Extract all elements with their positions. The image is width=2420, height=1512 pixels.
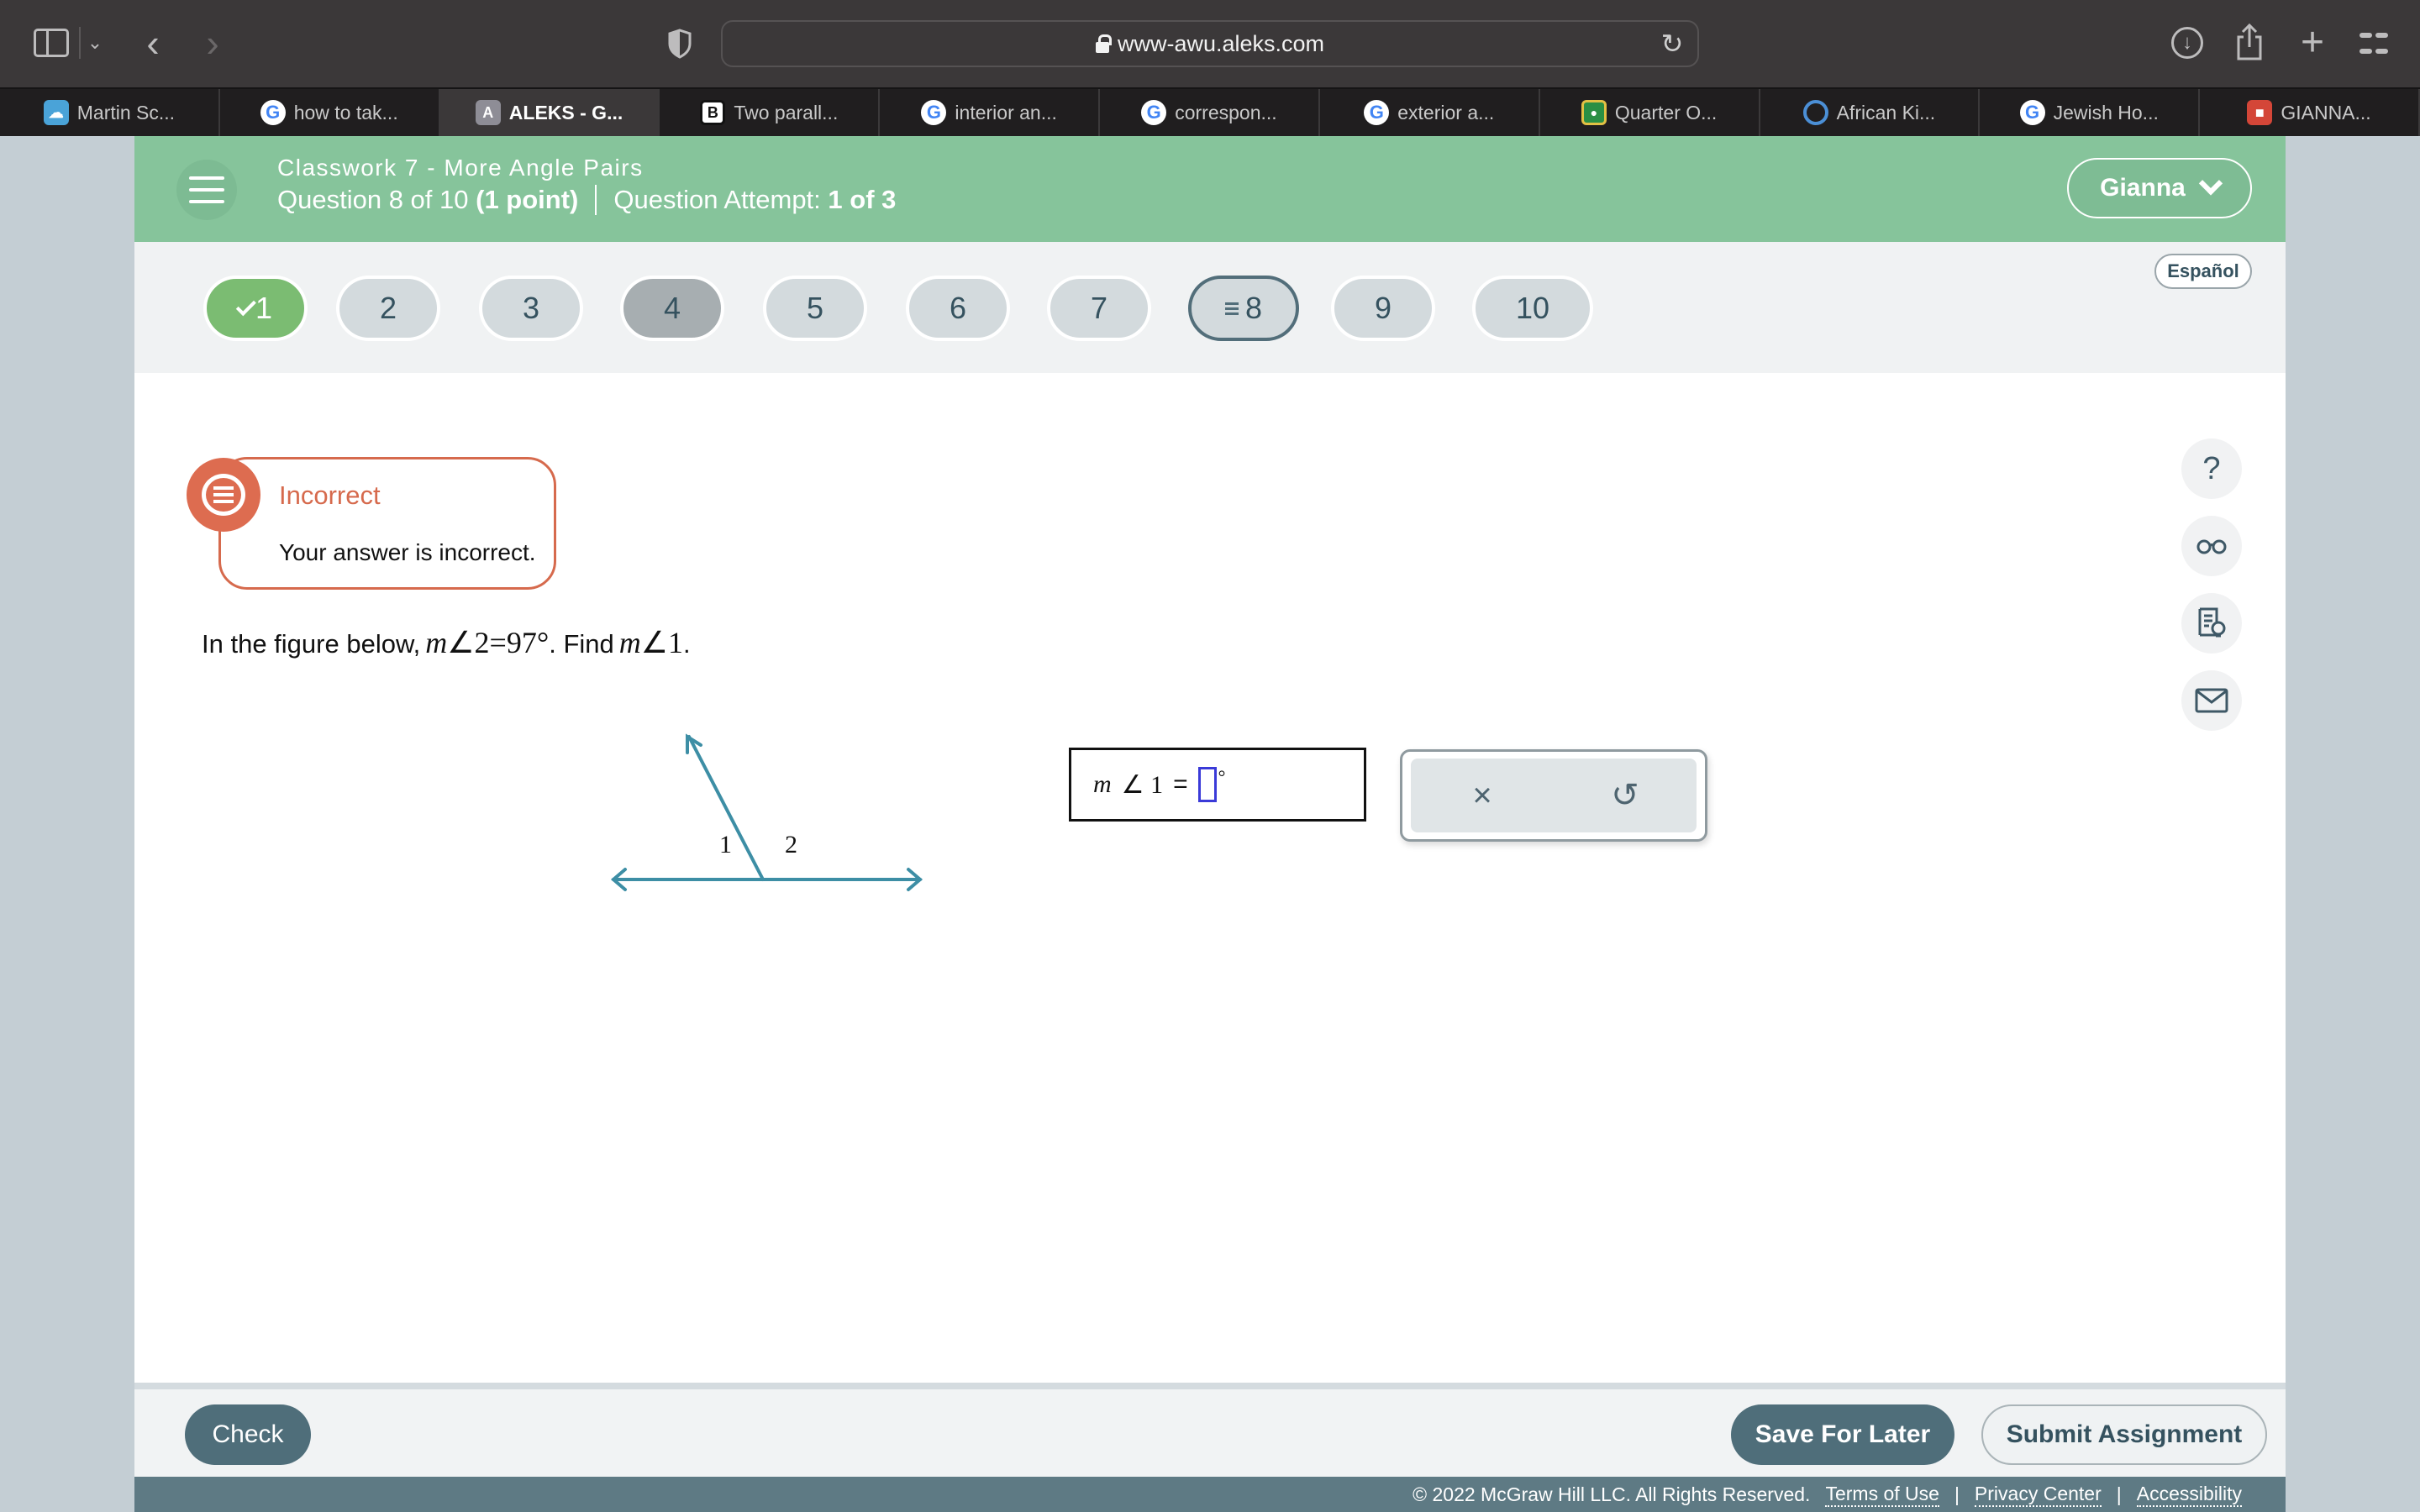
browser-tab[interactable]: Ghow to tak... <box>220 89 440 136</box>
address-bar[interactable]: www-awu.aleks.com ↻ <box>721 20 1699 67</box>
google-icon: G <box>921 100 947 125</box>
question-navigator: 1 2 3 4 5 6 7 8 9 10 Español <box>134 242 2286 373</box>
chevron-down-icon <box>2198 171 2223 196</box>
classroom-icon: ● <box>1581 100 1607 125</box>
question-pill-2[interactable]: 2 <box>336 276 440 341</box>
browser-tab[interactable]: Gexterior a... <box>1320 89 1540 136</box>
google-icon: G <box>2019 100 2045 125</box>
help-icon: ? <box>2202 450 2221 486</box>
assignment-title: Classwork 7 - More Angle Pairs <box>277 155 644 181</box>
browser-tab[interactable]: G Jewish Ho... <box>1980 89 2201 136</box>
forward-button[interactable]: › <box>198 21 227 65</box>
downloads-icon[interactable]: ↓ <box>2171 27 2203 59</box>
message-button[interactable] <box>2181 670 2242 731</box>
question-pill-8-current[interactable]: 8 <box>1188 276 1299 341</box>
lock-icon <box>1095 34 1112 53</box>
question-pill-4[interactable]: 4 <box>620 276 724 341</box>
current-question-icon <box>1224 302 1239 315</box>
aleks-page: Classwork 7 - More Angle Pairs Question … <box>134 136 2286 1512</box>
share-icon[interactable] <box>2235 24 2264 60</box>
google-icon: G <box>260 100 286 125</box>
browser-tab[interactable]: African Ki... <box>1760 89 1981 136</box>
action-bar <box>134 1389 2286 1477</box>
browser-tab[interactable]: ● Quarter O... <box>1540 89 1760 136</box>
tab-strip: ☁ Martin Sc... Ghow to tak... A ALEKS - G.… <box>0 87 2420 136</box>
answer-tools-panel: × ↺ <box>1400 749 1707 842</box>
find-expression: m∠1 <box>618 626 684 659</box>
terms-link[interactable]: Terms of Use <box>1825 1483 1939 1507</box>
given-expression: m∠2=97° <box>425 626 550 659</box>
google-icon: G <box>1141 100 1167 125</box>
browser-tab[interactable]: ☁ Martin Sc... <box>0 89 220 136</box>
browser-tab[interactable]: Ginterior an... <box>880 89 1101 136</box>
angle-label-2: 2 <box>785 831 797 858</box>
url-text: www-awu.aleks.com <box>1117 30 1325 56</box>
cloud-icon: ☁ <box>43 100 69 125</box>
feedback-card <box>218 457 556 590</box>
undo-icon: ↺ <box>1611 777 1639 814</box>
privacy-shield-icon[interactable] <box>668 29 692 59</box>
clear-button[interactable]: × <box>1457 770 1507 821</box>
question-pill-10[interactable]: 10 <box>1472 276 1593 341</box>
angle-figure: 1 2 <box>610 733 923 891</box>
accessibility-link[interactable]: Accessibility <box>2136 1483 2242 1507</box>
spanish-language-button[interactable]: Español <box>2154 254 2252 289</box>
user-menu-button[interactable]: Gianna <box>2067 158 2252 218</box>
hamburger-icon <box>189 176 224 180</box>
browser-tab-active[interactable]: A ALEKS - G... <box>439 89 660 136</box>
copyright-text: © 2022 McGraw Hill LLC. All Rights Reser… <box>1413 1483 1811 1505</box>
header-divider <box>595 185 597 215</box>
menu-button[interactable] <box>176 160 237 220</box>
question-pill-9[interactable]: 9 <box>1331 276 1435 341</box>
google-icon: G <box>1364 100 1390 125</box>
check-icon <box>235 296 256 317</box>
answer-box: m ∠ 1 = ° <box>1069 748 1366 822</box>
angle-label-1: 1 <box>719 831 732 858</box>
glossary-button[interactable] <box>2181 516 2242 576</box>
brainly-icon: B <box>700 100 726 125</box>
browser-tab[interactable]: ■ GIANNA... <box>2200 89 2420 136</box>
assignment-header: Classwork 7 - More Angle Pairs Question … <box>134 136 2286 242</box>
new-tab-icon[interactable]: + <box>2296 20 2329 65</box>
toolbar-divider <box>79 27 81 59</box>
explanation-button[interactable] <box>2181 593 2242 654</box>
check-button[interactable]: Check <box>185 1404 311 1465</box>
tab-overview-icon[interactable] <box>2360 29 2388 57</box>
chevron-down-icon[interactable]: ⌄ <box>86 30 104 55</box>
feedback-chat-icon <box>187 458 260 532</box>
hint-document-icon <box>2198 607 2226 638</box>
degree-symbol: ° <box>1218 766 1226 787</box>
footer-divider <box>134 1383 2286 1389</box>
feedback-message: Your answer is incorrect. <box>279 539 536 565</box>
browser-toolbar: ⌄ ‹ › www-awu.aleks.com ↻ ↓ + <box>0 0 2420 87</box>
privacy-link[interactable]: Privacy Center <box>1974 1483 2102 1507</box>
browser-tab[interactable]: Gcorrespon... <box>1100 89 1320 136</box>
sidebar-toggle-icon[interactable] <box>34 29 69 57</box>
help-button[interactable]: ? <box>2181 438 2242 499</box>
glasses-icon <box>2196 539 2227 554</box>
question-pill-1[interactable]: 1 <box>203 276 308 341</box>
mail-icon <box>2195 688 2228 713</box>
undo-button[interactable]: ↺ <box>1600 770 1650 821</box>
feedback-title: Incorrect <box>279 480 381 510</box>
answer-input[interactable] <box>1197 767 1217 802</box>
close-icon: × <box>1472 776 1492 814</box>
question-info: Question 8 of 10 (1 point) Question Atte… <box>277 185 897 215</box>
question-pill-3[interactable]: 3 <box>479 276 583 341</box>
question-pill-6[interactable]: 6 <box>906 276 1010 341</box>
question-pill-5[interactable]: 5 <box>763 276 867 341</box>
reload-icon[interactable]: ↻ <box>1659 30 1686 57</box>
question-pill-7[interactable]: 7 <box>1047 276 1151 341</box>
aleks-icon: A <box>475 100 501 125</box>
save-for-later-button[interactable]: Save For Later <box>1731 1404 1954 1465</box>
submit-assignment-button[interactable]: Submit Assignment <box>1981 1404 2267 1465</box>
back-button[interactable]: ‹ <box>139 21 167 65</box>
browser-tab[interactable]: B Two parall... <box>660 89 881 136</box>
ring-icon <box>1802 100 1828 125</box>
side-tools: ? <box>2181 438 2242 731</box>
question-text: In the figure below, m∠2=97° . Find m∠1 … <box>202 626 691 659</box>
slides-icon: ■ <box>2247 100 2273 125</box>
legal-footer: © 2022 McGraw Hill LLC. All Rights Reser… <box>134 1477 2286 1512</box>
